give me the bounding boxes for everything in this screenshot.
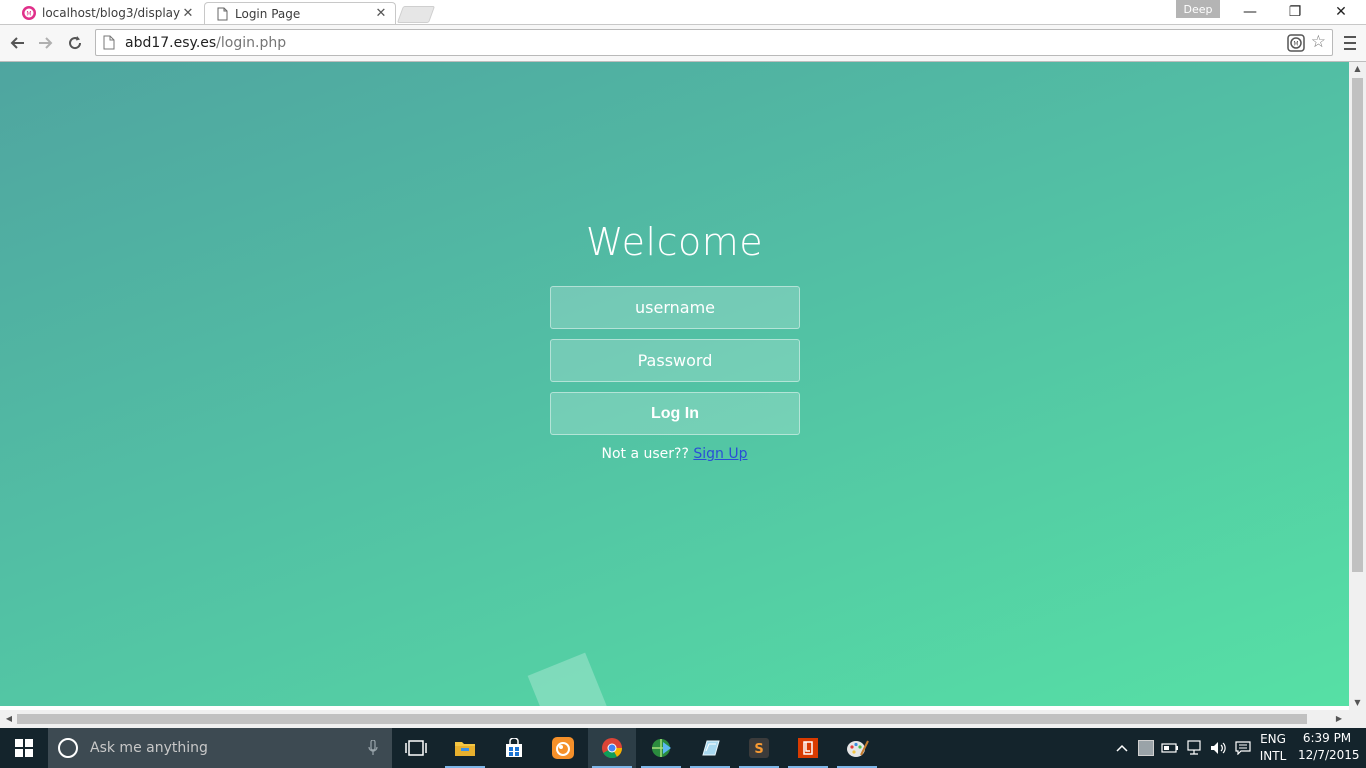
ultraiso-button[interactable] (686, 728, 734, 768)
close-tab-icon[interactable]: ✕ (180, 6, 196, 21)
svg-text:S: S (754, 742, 763, 757)
task-view-icon (405, 740, 427, 756)
horizontal-scrollbar[interactable]: ◀ ▶ (0, 710, 1349, 728)
vertical-scroll-thumb[interactable] (1352, 78, 1363, 572)
page-info-icon (103, 35, 115, 50)
minimize-button[interactable]: — (1227, 0, 1273, 24)
reload-icon (69, 36, 82, 50)
back-button[interactable] (5, 31, 29, 55)
profile-button[interactable]: Deep (1176, 0, 1220, 18)
chevron-up-icon (1116, 744, 1128, 752)
paint-button[interactable] (833, 728, 881, 768)
system-clock[interactable]: 6:39 PM 12/7/2015 (1298, 730, 1360, 766)
scroll-right-icon[interactable]: ▶ (1332, 710, 1346, 728)
scroll-up-icon[interactable]: ▲ (1349, 62, 1366, 76)
url-text: abd17.esy.es/login.php (125, 35, 286, 51)
tab-localhost[interactable]: M localhost/blog3/display_p ✕ (14, 2, 202, 24)
forward-button[interactable] (34, 31, 58, 55)
signup-link[interactable]: Sign Up (693, 446, 747, 462)
store-icon (506, 738, 522, 757)
back-arrow-icon (10, 37, 24, 49)
welcome-heading: Welcome (585, 220, 764, 264)
search-placeholder: Ask me anything (90, 740, 208, 756)
ultraiso-icon (702, 740, 720, 756)
horizontal-scroll-thumb[interactable] (17, 714, 1307, 724)
idm-button[interactable] (637, 728, 685, 768)
extension-icon[interactable]: M (1287, 34, 1305, 52)
windows-logo-icon (15, 739, 33, 757)
tab-title: localhost/blog3/display_p (42, 6, 180, 20)
input-language-indicator[interactable]: ENG INTL (1258, 731, 1288, 765)
sublime-text-icon: S (749, 738, 769, 758)
browser-toolbar: abd17.esy.es/login.php M ☆ (0, 25, 1366, 62)
chrome-icon (602, 738, 623, 759)
signup-prompt: Not a user?? Sign Up (0, 446, 1349, 462)
action-center-button[interactable] (1232, 728, 1254, 768)
chrome-taskbar-button[interactable] (588, 728, 636, 768)
volume-button[interactable] (1208, 728, 1230, 768)
idm-icon (652, 739, 671, 757)
language-code: ENG (1260, 732, 1286, 746)
scroll-left-icon[interactable]: ◀ (2, 710, 16, 728)
forward-arrow-icon (39, 37, 53, 49)
new-tab-button[interactable] (396, 6, 436, 23)
file-explorer-icon (455, 742, 475, 756)
uc-browser-icon (552, 737, 574, 759)
vertical-scrollbar[interactable]: ▲ ▼ (1349, 62, 1366, 710)
paint-icon (847, 740, 869, 757)
address-bar[interactable]: abd17.esy.es/login.php M ☆ (95, 29, 1333, 56)
tab-login-page[interactable]: Login Page ✕ (204, 2, 396, 24)
reload-button[interactable] (63, 31, 87, 55)
login-button[interactable]: Log In (550, 392, 800, 435)
page-viewport: Welcome Log In Not a user?? Sign Up (0, 62, 1349, 706)
office-button[interactable] (784, 728, 832, 768)
keyboard-layout: INTL (1259, 749, 1287, 763)
windows-taskbar: Ask me anything S ENG INTL 6:39 PM 12/7/… (0, 728, 1366, 768)
scroll-down-icon[interactable]: ▼ (1349, 696, 1366, 710)
scrollbar-corner (1349, 710, 1366, 728)
notification-icon (1235, 741, 1251, 755)
wamp-favicon-icon: M (22, 6, 36, 20)
tab-strip: M localhost/blog3/display_p ✕ Login Page… (0, 0, 1366, 25)
start-button[interactable] (0, 728, 48, 768)
close-window-button[interactable]: ✕ (1318, 0, 1364, 24)
url-path: /login.php (216, 34, 287, 51)
clock-time: 6:39 PM (1302, 731, 1352, 745)
store-button[interactable] (490, 728, 538, 768)
tray-app-button[interactable] (1136, 728, 1156, 768)
network-button[interactable] (1184, 728, 1206, 768)
show-hidden-icons-button[interactable] (1112, 728, 1132, 768)
username-input[interactable] (550, 286, 800, 329)
office-icon (798, 738, 818, 758)
uc-browser-button[interactable] (539, 728, 587, 768)
microphone-icon[interactable] (368, 740, 378, 756)
password-input[interactable] (550, 339, 800, 382)
page-favicon-icon (217, 7, 228, 20)
background-decoration (527, 652, 609, 706)
task-view-button[interactable] (392, 728, 440, 768)
svg-text:M: M (26, 11, 31, 18)
file-explorer-button[interactable] (441, 728, 489, 768)
chrome-menu-icon[interactable] (1338, 33, 1362, 53)
svg-text:M: M (1293, 41, 1298, 48)
signup-prompt-text: Not a user?? (601, 446, 689, 462)
bookmark-star-icon[interactable]: ☆ (1311, 33, 1326, 51)
url-host: abd17.esy.es (125, 34, 217, 51)
restore-button[interactable]: ❐ (1272, 0, 1318, 24)
clock-date: 12/7/2015 (1298, 748, 1360, 762)
sublime-text-button[interactable]: S (735, 728, 783, 768)
volume-icon (1211, 742, 1226, 754)
battery-icon (1161, 743, 1178, 753)
tray-app-icon (1138, 740, 1154, 756)
close-tab-icon[interactable]: ✕ (373, 6, 389, 21)
battery-button[interactable] (1160, 728, 1180, 768)
cortana-icon (58, 738, 78, 758)
network-icon (1187, 740, 1201, 755)
tab-title: Login Page (235, 6, 301, 21)
cortana-search-box[interactable]: Ask me anything (48, 728, 392, 768)
